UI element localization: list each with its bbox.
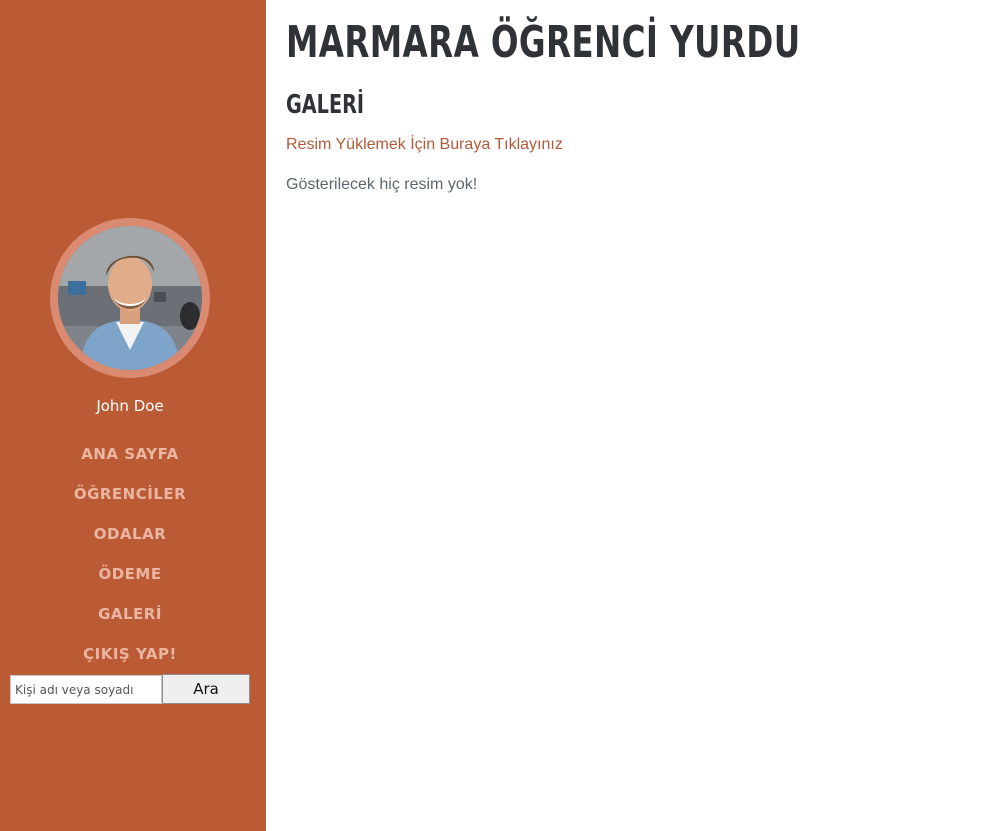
search-input[interactable] [10,675,162,704]
empty-gallery-message: Gösterilecek hiç resim yok! [286,176,478,193]
upload-image-link[interactable]: Resim Yüklemek İçin Buraya Tıklayınız [286,136,563,154]
avatar [58,226,202,370]
search-button[interactable]: Ara [162,674,250,704]
site-title: MARMARA ÖĞRENCİ YURDU [286,17,801,68]
user-photo-icon [58,226,202,370]
nav-item-ana-sayfa[interactable]: ANA SAYFA [0,445,260,463]
nav-item-galeri[interactable]: GALERİ [0,605,260,623]
sidebar: John Doe ANA SAYFA ÖĞRENCİLER ODALAR ÖDE… [0,0,266,831]
avatar-ring [50,218,210,378]
user-name: John Doe [96,397,164,415]
nav-item-odeme[interactable]: ÖDEME [0,565,260,583]
nav-item-odalar[interactable]: ODALAR [0,525,260,543]
page-title: GALERİ [286,90,365,120]
nav-item-cikis-yap[interactable]: ÇIKIŞ YAP! [0,645,260,663]
nav-item-ogrenciler[interactable]: ÖĞRENCİLER [0,485,260,503]
